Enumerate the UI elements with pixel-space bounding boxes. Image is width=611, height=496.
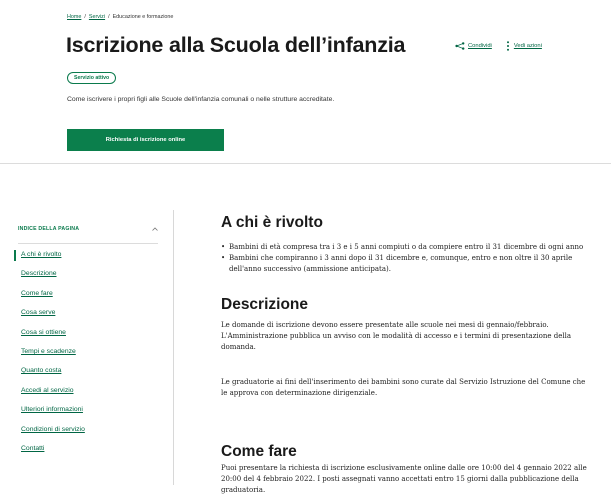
more-vertical-icon	[506, 41, 509, 51]
text-line: L'Amministrazione pubblica un avviso con…	[221, 332, 571, 340]
text-line: domanda.	[221, 343, 256, 351]
share-button[interactable]: Condividi	[455, 42, 492, 50]
toc-title: INDICE DELLA PAGINA	[18, 226, 80, 232]
section-heading-descrizione: Descrizione	[221, 296, 309, 313]
section-heading-a-chi-e-rivolto: A chi è rivolto	[221, 214, 323, 231]
section-heading-come-fare: Come fare	[221, 443, 297, 460]
descrizione-paragraph-2: Le graduatorie ai fini dell'inserimento …	[221, 377, 611, 399]
toc-item-come-fare[interactable]: Come fare	[21, 290, 53, 297]
breadcrumb-separator: /	[84, 14, 86, 20]
toc-item-cosa-serve[interactable]: Cosa serve	[21, 309, 55, 316]
text-line: Le domande di iscrizione devono essere p…	[221, 321, 549, 329]
text-line: 20:00 del 4 febbraio 2022. I posti asseg…	[221, 475, 579, 483]
share-icon	[455, 42, 465, 50]
breadcrumb-home[interactable]: Home	[67, 14, 81, 20]
bullet-item: Bambini di età compresa tra i 3 e i 5 an…	[221, 242, 611, 253]
bullet-item-continuation: dell'anno successivo (ammissione anticip…	[229, 265, 391, 273]
breadcrumb-current: Educazione e formazione	[112, 14, 174, 20]
toc-active-indicator	[14, 250, 16, 261]
text-line: le approva con determinazione dirigenzia…	[221, 389, 378, 397]
toc-item-contatti[interactable]: Contatti	[21, 445, 44, 452]
online-enrollment-button[interactable]: Richiesta di iscrizione online	[67, 129, 224, 151]
toc-item-tempi-e-scadenze[interactable]: Tempi e scadenze	[21, 348, 76, 355]
text-line: graduatoria.	[221, 486, 266, 494]
come-fare-paragraph: Puoi presentare la richiesta di iscrizio…	[221, 463, 611, 496]
toc-header[interactable]: INDICE DELLA PAGINA	[18, 226, 158, 232]
text-line: Le graduatorie ai fini dell'inserimento …	[221, 378, 586, 386]
hero-divider	[0, 163, 611, 164]
text-line: Puoi presentare la richiesta di iscrizio…	[221, 464, 587, 472]
actions-label: Vedi azioni	[513, 43, 542, 49]
toc-progress-bar	[18, 243, 158, 244]
status-badge: Servizio attivo	[67, 72, 117, 84]
toc-item-descrizione[interactable]: Descrizione	[21, 270, 57, 277]
breadcrumb: Home / Servizi / Educazione e formazione	[67, 14, 173, 20]
toc-item-cosa-si-ottiene[interactable]: Cosa si ottiene	[21, 329, 66, 336]
toc-item-ulteriori-informazioni[interactable]: Ulteriori informazioni	[21, 406, 83, 413]
toc-item-quanto-costa[interactable]: Quanto costa	[21, 367, 61, 374]
breadcrumb-separator: /	[108, 14, 110, 20]
share-label: Condividi	[468, 43, 492, 49]
page-title: Iscrizione alla Scuola dell’infanzia	[66, 33, 406, 57]
breadcrumb-servizi[interactable]: Servizi	[89, 14, 105, 20]
descrizione-paragraph-1: Le domande di iscrizione devono essere p…	[221, 320, 611, 353]
actions-button[interactable]: Vedi azioni	[506, 41, 542, 51]
toc-item-accedi-al-servizio[interactable]: Accedi al servizio	[21, 387, 74, 394]
toc-item-a-chi-e-rivolto[interactable]: A chi è rivolto	[21, 251, 61, 258]
sidebar-divider	[173, 210, 174, 485]
a-chi-bullet-list: Bambini di età compresa tra i 3 e i 5 an…	[221, 242, 611, 275]
toc-item-condizioni-di-servizio[interactable]: Condizioni di servizio	[21, 426, 85, 433]
page-subtitle: Come iscrivere i propri figli alle Scuol…	[67, 96, 335, 103]
page-actions: Condividi Vedi azioni	[455, 41, 542, 51]
bullet-item: Bambini che compiranno i 3 anni dopo il …	[221, 253, 611, 264]
chevron-up-icon	[152, 227, 158, 231]
